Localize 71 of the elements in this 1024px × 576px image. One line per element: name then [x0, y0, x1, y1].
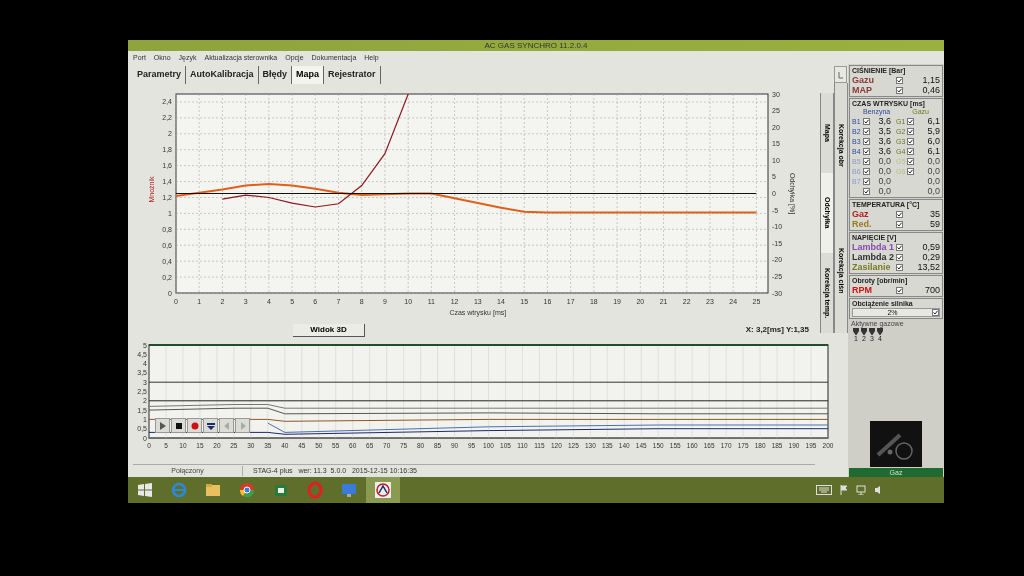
- sensor-label: Gaz: [852, 209, 870, 219]
- sensor-value: 0,29: [922, 252, 940, 262]
- injection-value: 0,0: [877, 186, 891, 196]
- sensor-value: 0,46: [922, 85, 940, 95]
- sensor-label: MAP: [852, 85, 873, 95]
- checkbox[interactable]: [896, 210, 903, 218]
- sensor-value: 1,15: [922, 75, 940, 85]
- app-taskbar-button[interactable]: [366, 477, 400, 503]
- checkbox[interactable]: [907, 137, 914, 145]
- stop-button[interactable]: [171, 418, 186, 433]
- checkbox[interactable]: [896, 76, 903, 84]
- flag-icon[interactable]: [840, 485, 848, 495]
- sensor-label: Gazu: [852, 75, 875, 85]
- sensor-label: Lambda 1: [852, 242, 895, 252]
- sensor-value: 700: [924, 285, 940, 295]
- injection-value: 0,0: [927, 176, 940, 186]
- chrome-icon: [238, 481, 256, 499]
- record-button[interactable]: [187, 418, 202, 433]
- checkbox[interactable]: [896, 86, 903, 94]
- injection-value: 3,5: [877, 126, 891, 136]
- tab[interactable]: AutoKalibracja: [186, 66, 259, 84]
- opera-icon: [306, 481, 324, 499]
- keyboard-icon[interactable]: [816, 485, 832, 495]
- injection-value: 6,1: [927, 116, 940, 126]
- injection-value: 5,9: [927, 126, 940, 136]
- checkbox[interactable]: [932, 309, 939, 316]
- sensor-value: 13,52: [917, 262, 940, 272]
- injection-value: 6,1: [927, 146, 940, 156]
- injection-value: 0,0: [877, 166, 891, 176]
- window-title: AC GAS SYNCHRO 11.2.0.4: [484, 40, 588, 51]
- tab[interactable]: Parametry: [133, 66, 187, 84]
- injection-value: 3,6: [877, 136, 891, 146]
- checkbox[interactable]: [907, 127, 914, 135]
- sensor-value: 35: [930, 209, 940, 219]
- folder-icon: [204, 481, 222, 499]
- injection-value: 0,0: [927, 186, 940, 196]
- sensor-value: 59: [930, 219, 940, 229]
- injection-value: 0,0: [927, 166, 940, 176]
- injection-value: 0,0: [877, 176, 891, 186]
- sensor-label: Red.: [852, 219, 873, 229]
- injection-value: 0,0: [927, 156, 940, 166]
- checkbox[interactable]: [907, 117, 914, 125]
- sensor-label: Zasilanie: [852, 262, 892, 272]
- injection-value: 3,6: [877, 146, 891, 156]
- injection-value: 0,0: [877, 156, 891, 166]
- monitor-icon: [340, 481, 358, 499]
- checkbox[interactable]: [896, 220, 903, 228]
- cursor-readout: X: 3,2[ms] Y:1,35: [745, 324, 809, 336]
- play-button[interactable]: [155, 418, 170, 433]
- checkbox[interactable]: [863, 127, 870, 135]
- tab[interactable]: Rejestrator: [324, 66, 381, 84]
- checkbox[interactable]: [896, 286, 903, 294]
- windows-icon: [138, 483, 152, 497]
- gauge-logo-icon: [870, 421, 922, 467]
- panel-toggle-icon[interactable]: [834, 66, 847, 83]
- checkbox[interactable]: [907, 147, 914, 155]
- sensor-label: Lambda 2: [852, 252, 895, 262]
- checkbox[interactable]: [896, 253, 903, 261]
- checkbox[interactable]: [863, 147, 870, 155]
- ie-icon: [170, 481, 188, 499]
- tab[interactable]: Mapa: [292, 66, 325, 84]
- checkbox[interactable]: [863, 117, 870, 125]
- sensor-value: 0,59: [922, 242, 940, 252]
- checkbox[interactable]: [863, 137, 870, 145]
- injection-value: 6,0: [927, 136, 940, 146]
- 3d-view-button[interactable]: Widok 3D: [293, 323, 365, 337]
- sensor-label: RPM: [852, 285, 873, 295]
- injection-value: 3,6: [877, 116, 891, 126]
- checkbox[interactable]: [896, 263, 903, 271]
- down-button[interactable]: [203, 418, 218, 433]
- checkbox[interactable]: [896, 243, 903, 251]
